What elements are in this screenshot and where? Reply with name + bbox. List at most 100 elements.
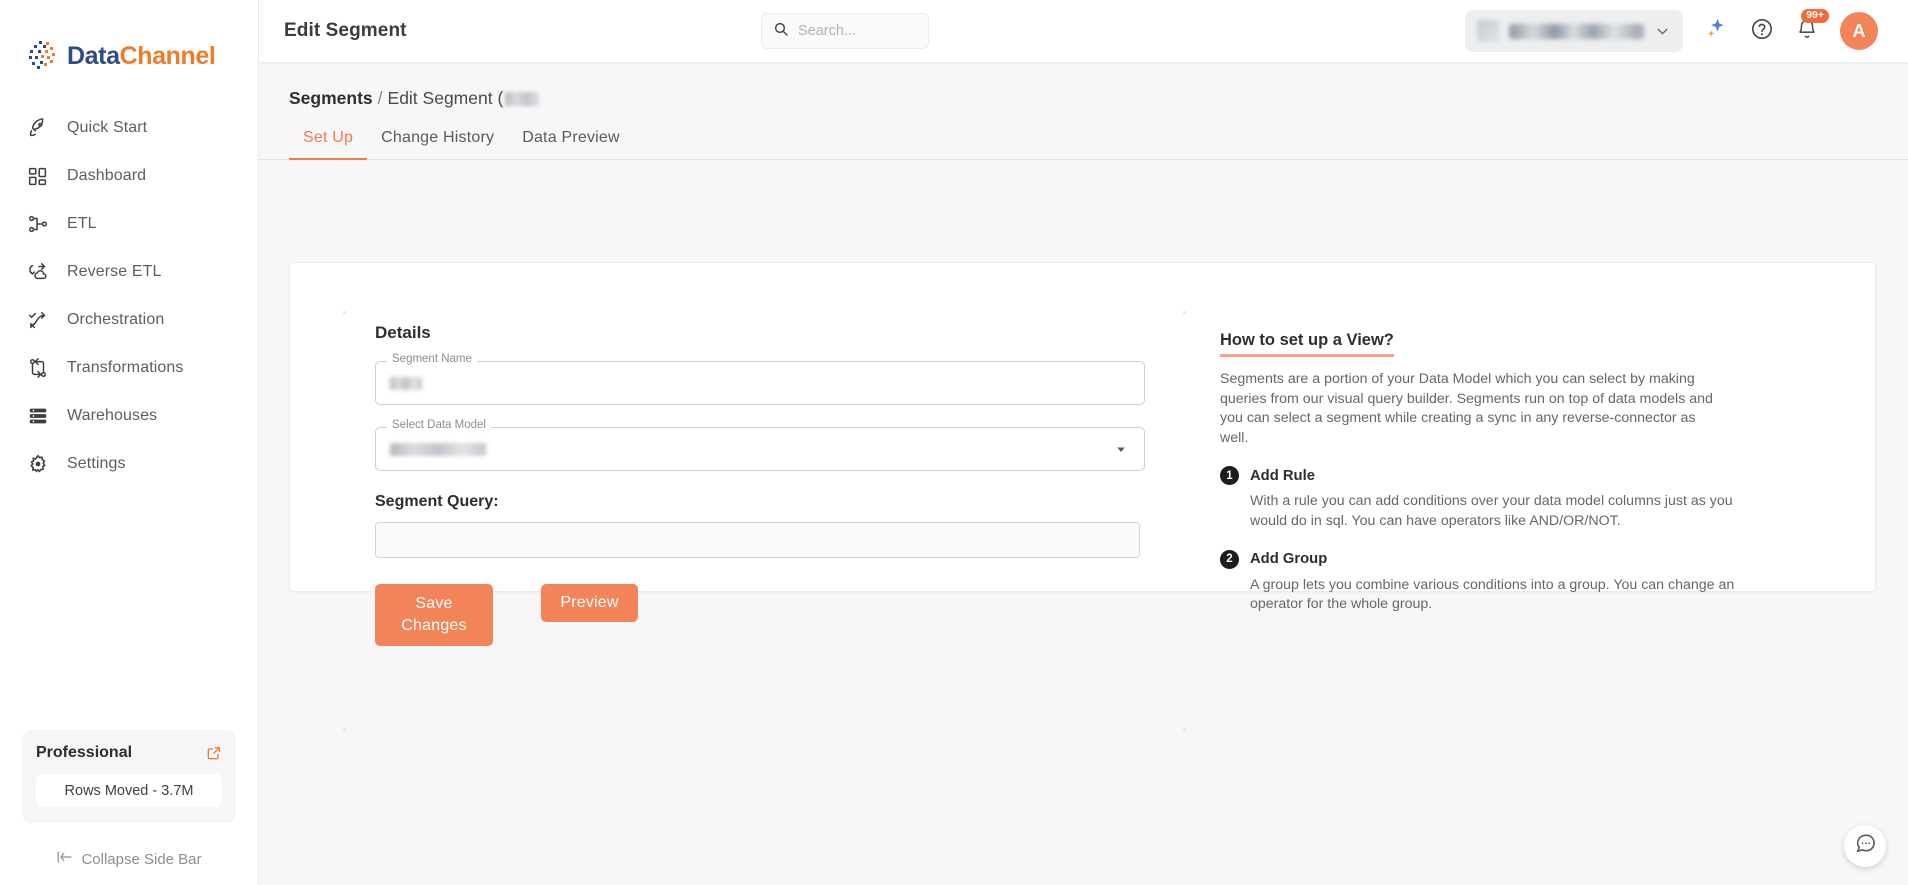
chevron-down-icon[interactable] [1654,23,1671,40]
decorative-dot [1183,311,1186,314]
setup-card: Details Segment Name Select Data Model S… [289,262,1876,731]
breadcrumb-redacted-name [505,91,540,106]
ai-assistant-button[interactable] [1705,17,1728,45]
preview-button[interactable]: Preview [541,584,638,622]
sidebar-item-label: Reverse ETL [67,263,162,280]
tab-bar: Set Up Change History Data Preview [259,129,1908,160]
step-number-badge: 2 [1220,549,1239,569]
notifications-button[interactable]: 99+ [1796,8,1829,45]
segment-name-value [390,376,422,390]
collapse-left-icon [56,850,73,868]
step-number-badge: 1 [1220,466,1239,486]
details-form: Details Segment Name Select Data Model S… [290,323,1220,646]
workspace-selector[interactable] [1465,10,1683,52]
tab-change-history[interactable]: Change History [367,129,508,159]
sidebar-item-transformations[interactable]: Transformations [0,344,258,392]
chat-bubble-icon [1854,832,1877,860]
workspace-name [1509,23,1644,39]
step-title: Add Group [1250,551,1328,568]
segment-name-label: Segment Name [387,353,477,365]
sidebar-item-orchestration[interactable]: Orchestration [0,296,258,344]
global-search[interactable] [761,13,929,49]
sidebar-item-reverse-etl[interactable]: Reverse ETL [0,248,258,296]
notifications-badge: 99+ [1801,8,1829,24]
breadcrumb-separator: / [377,88,383,108]
top-header: Edit Segment Search... 99+ A [259,0,1908,62]
tab-data-preview[interactable]: Data Preview [508,129,634,159]
header-actions: 99+ A [1465,8,1908,52]
brand-name-part1: Data [67,41,120,70]
data-model-value [390,442,486,456]
sidebar-item-warehouses[interactable]: Warehouses [0,392,258,440]
data-model-label: Select Data Model [387,419,491,431]
segment-query-input[interactable] [375,522,1140,558]
brand-name-part2: Channel [119,41,216,70]
reverse-etl-cloud-icon [25,260,50,285]
etl-nodes-icon [25,212,50,237]
warehouse-stack-icon [25,404,50,429]
datachannel-logo-icon [26,39,60,73]
help-circle-icon [1750,17,1774,46]
help-panel: How to set up a View? Segments are a por… [1220,323,1875,612]
sidebar-item-label: Settings [67,455,126,472]
segment-name-field[interactable]: Segment Name [375,353,1145,405]
details-heading: Details [375,323,431,342]
decorative-dot [343,728,346,731]
app-root: DataChannel Quick Start Dashboard ETL Re… [0,0,1908,885]
segment-query-label: Segment Query: [375,493,499,510]
brand-logo[interactable]: DataChannel [0,0,258,84]
dashboard-grid-icon [25,164,50,189]
sidebar-item-etl[interactable]: ETL [0,200,258,248]
save-changes-button[interactable]: Save Changes [375,584,493,646]
help-step-1: 1 Add Rule [1220,466,1795,486]
search-input[interactable] [798,23,917,39]
help-button[interactable] [1750,17,1774,46]
sidebar-item-settings[interactable]: Settings [0,440,258,488]
tab-set-up[interactable]: Set Up [289,129,368,160]
plan-name: Professional [36,744,133,761]
sidebar-item-quick-start[interactable]: Quick Start [0,104,258,152]
rocket-icon [25,116,50,141]
external-link-icon[interactable] [206,745,222,761]
help-step-2: 2 Add Group [1220,549,1795,569]
step-title: Add Rule [1250,467,1315,484]
collapse-sidebar-button[interactable]: Collapse Side Bar [0,833,258,885]
transformations-swap-icon [25,356,50,381]
collapse-sidebar-label: Collapse Side Bar [81,850,202,868]
form-actions: Save Changes Preview [375,584,1220,646]
sidebar-item-dashboard[interactable]: Dashboard [0,152,258,200]
breadcrumb: Segments / Edit Segment ( [259,62,1908,109]
search-icon [773,21,789,42]
sidebar-item-label: Quick Start [67,119,148,136]
sidebar-nav: Quick Start Dashboard ETL Reverse ETL Or… [0,104,258,730]
chat-support-button[interactable] [1844,825,1886,867]
decorative-dot [343,311,346,314]
plan-card: Professional Rows Moved - 3.7M [22,730,236,823]
data-model-select[interactable]: Select Data Model [375,419,1145,471]
gear-icon [25,452,50,477]
help-panel-title: How to set up a View? [1220,331,1394,357]
sidebar-item-label: Transformations [67,359,184,376]
step-body: With a rule you can add conditions over … [1250,493,1733,529]
sidebar-item-label: Warehouses [67,407,158,424]
step-body: A group lets you combine various conditi… [1250,576,1735,613]
breadcrumb-root[interactable]: Segments [289,88,373,109]
workspace-thumbnail-icon [1477,20,1499,42]
decorative-dot [1183,728,1186,731]
save-label-line1: Save [415,595,453,613]
sidebar: DataChannel Quick Start Dashboard ETL Re… [0,0,259,885]
sidebar-item-label: Orchestration [67,311,165,328]
save-label-line2: Changes [401,617,467,634]
content-area: Segments / Edit Segment ( Set Up Change … [259,62,1908,885]
sidebar-item-label: ETL [67,215,97,232]
main-column: Edit Segment Search... 99+ A Segments / … [259,0,1908,885]
orchestration-path-icon [25,308,50,333]
brand-name: DataChannel [67,41,216,71]
rows-moved-meter: Rows Moved - 3.7M [36,774,222,807]
avatar-initial: A [1852,20,1866,41]
breadcrumb-current: Edit Segment ( [387,88,504,108]
sparkle-ai-icon [1705,17,1728,45]
chevron-down-icon[interactable] [1112,440,1130,458]
avatar[interactable]: A [1840,12,1878,50]
help-panel-intro: Segments are a portion of your Data Mode… [1220,371,1713,446]
